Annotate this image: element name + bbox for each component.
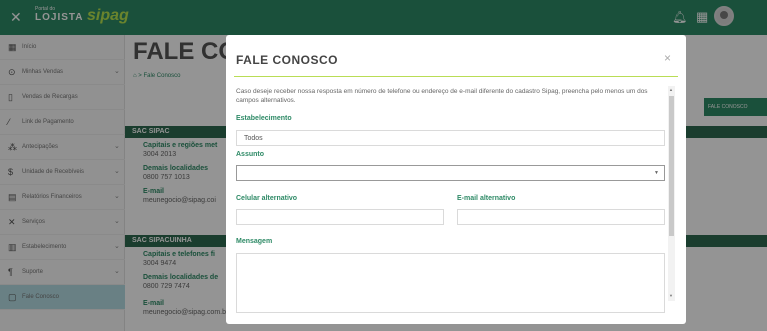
assunto-select[interactable]: ▼ xyxy=(236,165,665,181)
assunto-label: Assunto xyxy=(236,151,264,158)
estabelecimento-label: Estabelecimento xyxy=(236,115,292,122)
scroll-down-icon[interactable]: ▼ xyxy=(669,293,673,298)
mensagem-label: Mensagem xyxy=(236,238,273,245)
celular-field[interactable] xyxy=(236,209,444,225)
divider xyxy=(234,76,678,77)
modal-title: FALE CONOSCO xyxy=(236,53,339,67)
email-alt-label: E-mail alternativo xyxy=(457,195,516,202)
contact-modal: FALE CONOSCO × Caso deseje receber nossa… xyxy=(226,35,686,324)
scrollbar-thumb[interactable] xyxy=(669,96,674,236)
scroll-up-icon[interactable]: ▲ xyxy=(669,87,673,92)
mensagem-textarea[interactable] xyxy=(236,253,665,313)
email-alt-field[interactable] xyxy=(457,209,665,225)
estabelecimento-value: Todos xyxy=(244,135,263,142)
celular-label: Celular alternativo xyxy=(236,195,298,202)
close-icon[interactable]: × xyxy=(664,51,671,65)
estabelecimento-field[interactable]: Todos xyxy=(236,130,665,146)
modal-scrollbar[interactable]: ▲ ▼ xyxy=(668,86,675,301)
intro-text: Caso deseje receber nossa resposta em nú… xyxy=(236,88,648,104)
chevron-down-icon: ▼ xyxy=(654,170,659,176)
